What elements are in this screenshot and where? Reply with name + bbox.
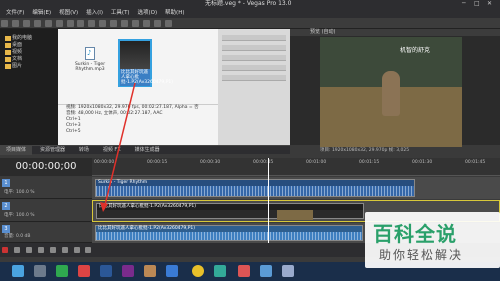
arrow-line <box>104 82 136 206</box>
watermark: 百科全说 助你轻松解决 <box>365 212 500 268</box>
watermark-title: 百科全说 <box>373 222 457 246</box>
arrow-head-icon <box>100 202 108 212</box>
watermark-subtitle: 助你轻松解决 <box>379 248 464 262</box>
